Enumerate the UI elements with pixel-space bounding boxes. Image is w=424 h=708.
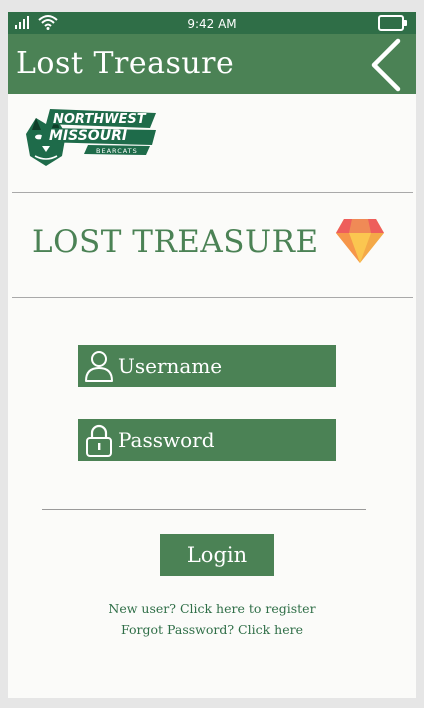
login-button[interactable]: Login — [160, 534, 274, 576]
logo-text-northwest: NORTHWEST — [53, 112, 147, 127]
divider-top — [12, 192, 413, 193]
status-time: 9:42 AM — [187, 17, 237, 31]
register-link[interactable]: New user? Click here to register — [8, 601, 416, 616]
logo-text-missouri: MISSOURI — [49, 128, 127, 144]
status-bar: 9:42 AM — [8, 12, 416, 34]
chevron-left-icon[interactable] — [368, 38, 408, 92]
divider-middle — [12, 297, 413, 298]
heading-row: LOST TREASURE — [32, 217, 392, 267]
app-title: Lost Treasure — [16, 46, 235, 81]
logo-text-bearcats: BEARCATS — [96, 147, 138, 155]
username-input[interactable] — [118, 350, 330, 382]
user-icon — [85, 351, 113, 382]
app-bar: Lost Treasure — [8, 34, 416, 94]
battery-icon — [378, 15, 407, 31]
gem-icon — [336, 219, 384, 263]
divider-bottom — [42, 509, 366, 510]
password-input[interactable] — [118, 424, 330, 456]
lock-icon — [86, 424, 112, 457]
phone-screen: 9:42 AM Lost Treasure NORTHWEST MISSOURI… — [8, 12, 416, 698]
username-field[interactable] — [78, 345, 336, 387]
page-heading: LOST TREASURE — [32, 224, 319, 260]
forgot-password-link[interactable]: Forgot Password? Click here — [8, 622, 416, 637]
password-field[interactable] — [78, 419, 336, 461]
northwest-missouri-logo: NORTHWEST MISSOURI BEARCATS — [26, 109, 156, 166]
